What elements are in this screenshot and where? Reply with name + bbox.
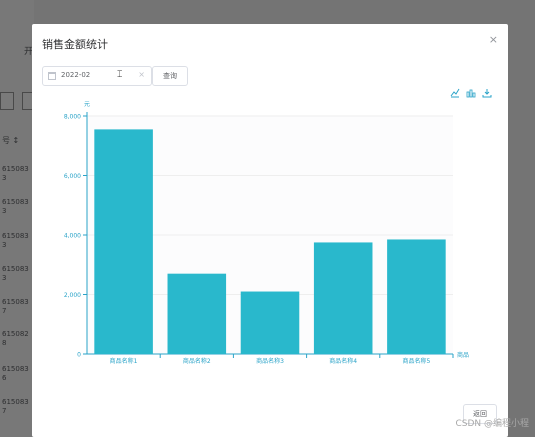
- x-tick-label: 商品名称2: [183, 357, 211, 365]
- y-tick-label: 4,000: [64, 233, 81, 240]
- x-tick-label: 商品名称4: [329, 357, 357, 365]
- sales-amount-dialog: 销售金额统计 × 2022-02 ⌶ × 查询 0 2,000 4,000 6,000…: [32, 24, 508, 437]
- y-tick-label: 6,000: [64, 173, 81, 180]
- chart-svg: 0 2,000 4,000 6,000 8,000元商品商品名称1 商品名称2 商品名称3 商…: [64, 101, 469, 365]
- x-axis-label: 商品: [457, 351, 469, 359]
- bar[interactable]: [167, 273, 227, 354]
- bar[interactable]: [313, 242, 373, 354]
- bar[interactable]: [94, 129, 153, 354]
- y-axis-label: 元: [84, 101, 90, 108]
- bar[interactable]: [387, 239, 446, 354]
- x-tick-label: 商品名称5: [402, 357, 430, 365]
- sales-bar-chart: 0 2,000 4,000 6,000 8,000 元商品商品名称1 商品名称2 商品名称3 商…: [32, 24, 508, 437]
- watermark: CSDN @编程小程: [455, 419, 529, 429]
- bar[interactable]: [240, 291, 300, 354]
- y-tick-label: 8,000: [64, 114, 81, 121]
- y-tick-label: 0: [77, 352, 81, 359]
- x-tick-label: 商品名称3: [256, 357, 284, 365]
- y-tick-label: 2,000: [64, 292, 81, 299]
- x-tick-label: 商品名称1: [110, 357, 138, 365]
